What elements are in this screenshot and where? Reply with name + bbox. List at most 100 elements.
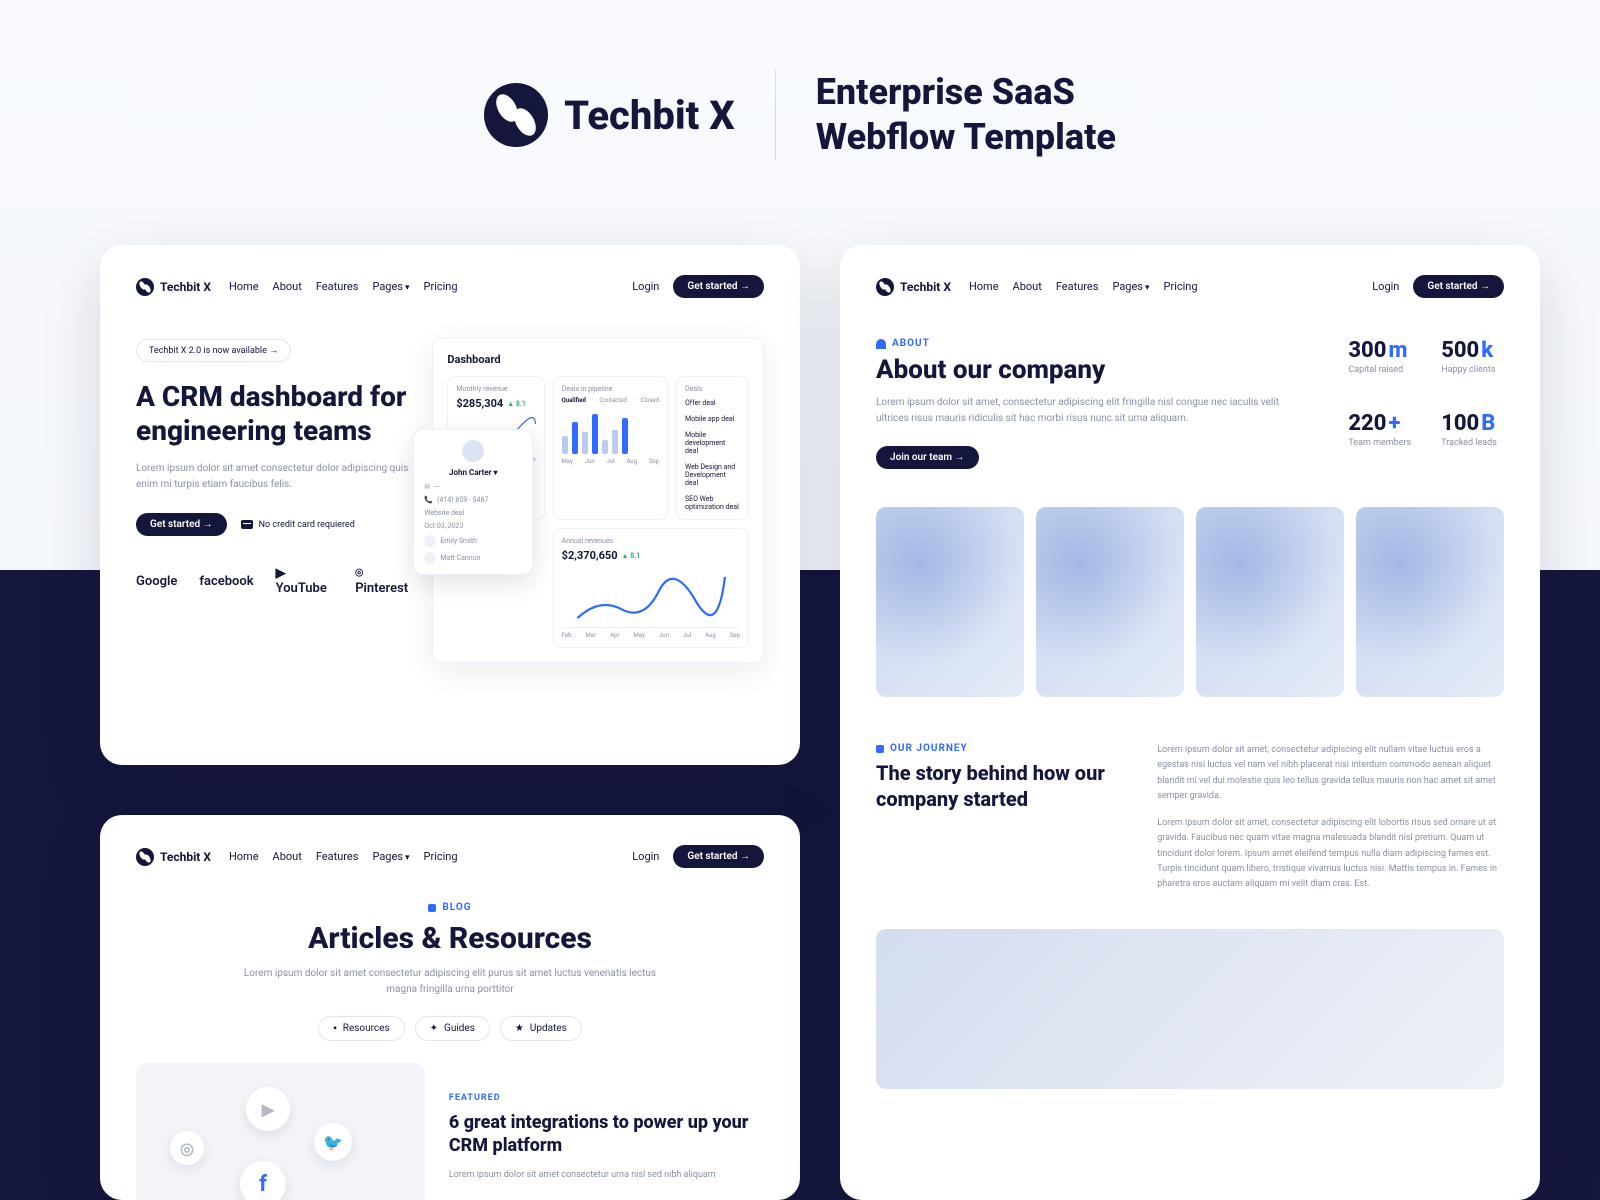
logo-icon — [876, 278, 894, 296]
credit-card-note: No credit card requiered — [241, 520, 355, 530]
stat-clients: 500k Happy clients — [1441, 338, 1504, 397]
login-link[interactable]: Login — [632, 850, 659, 863]
nav-pages[interactable]: Pages▾ — [372, 280, 409, 293]
logo-icon — [484, 83, 548, 147]
bookmark-icon — [428, 904, 436, 912]
nav-features[interactable]: Features — [316, 850, 359, 863]
profile-card: John Carter ▾ ✉— 📞(414) 859 - 5487 Websi… — [413, 429, 533, 575]
tagline: Enterprise SaaS Webflow Template — [816, 70, 1116, 160]
about-title: About our company — [876, 355, 1308, 385]
mini-logo[interactable]: Techbit X — [876, 278, 951, 296]
mini-nav: Techbit X Home About Features Pages▾ Pri… — [876, 275, 1504, 298]
chevron-down-icon: ▾ — [405, 283, 410, 293]
team-photos — [876, 507, 1504, 697]
journey-body: Lorem ipsum dolor sit amet, consectetur … — [1157, 743, 1504, 905]
widget-annual-revenue: Annual revenues $2,370,650▲ 8.1 FebMarAp… — [553, 528, 749, 648]
featured-headline[interactable]: 6 great integrations to power up your CR… — [449, 1111, 764, 1158]
hero-body: Lorem ipsum dolor sit amet consectetur d… — [136, 461, 412, 493]
tagline-line1: Enterprise SaaS — [816, 70, 1116, 115]
tagline-line2: Webflow Template — [816, 115, 1116, 160]
mini-brand-name: Techbit X — [160, 280, 211, 294]
brand-pinterest: ⌾ Pinterest — [355, 566, 412, 596]
nav-pricing[interactable]: Pricing — [424, 280, 458, 293]
nav-home[interactable]: Home — [229, 280, 259, 293]
about-card: Techbit X Home About Features Pages▾ Pri… — [840, 245, 1540, 1200]
journey-section: OUR JOURNEY The story behind how our com… — [876, 743, 1504, 905]
facebook-icon: f — [240, 1161, 286, 1200]
about-eyebrow: ABOUT — [876, 338, 1308, 349]
instagram-icon: ◎ — [170, 1131, 204, 1165]
join-team-button[interactable]: Join our team → — [876, 446, 979, 469]
hero-cta-button[interactable]: Get started → — [136, 513, 227, 536]
hero-card: Techbit X Home About Features Pages▾ Pri… — [100, 245, 800, 765]
filter-updates[interactable]: ★Updates — [500, 1016, 582, 1041]
stat-capital: 300m Capital raised — [1348, 338, 1411, 397]
brand-google: Google — [136, 574, 177, 589]
featured-article-image: ▶ ◎ f 🐦 — [136, 1063, 425, 1200]
logo-icon — [136, 278, 154, 296]
team-photo — [1196, 507, 1344, 697]
login-link[interactable]: Login — [1372, 280, 1399, 293]
brand: Techbit X — [484, 83, 735, 147]
logo-icon — [136, 848, 154, 866]
journey-title: The story behind how our company started — [876, 760, 1127, 812]
chevron-down-icon: ▾ — [405, 853, 410, 863]
stat-leads: 100B Tracked leads — [1441, 411, 1504, 470]
nav-features[interactable]: Features — [1056, 280, 1099, 293]
filter-resources[interactable]: ▪Resources — [318, 1016, 404, 1041]
nav-pages[interactable]: Pages▾ — [372, 850, 409, 863]
dashboard-title: Dashboard — [447, 353, 749, 366]
nav-about[interactable]: About — [1013, 280, 1042, 293]
mini-logo[interactable]: Techbit X — [136, 848, 211, 866]
person-icon — [876, 339, 886, 349]
blog-body: Lorem ipsum dolor sit amet consectetur a… — [240, 966, 660, 998]
nav-home[interactable]: Home — [229, 850, 259, 863]
chevron-down-icon: ▾ — [1145, 283, 1150, 293]
flag-icon — [876, 745, 884, 753]
blog-eyebrow: BLOG — [136, 902, 764, 913]
filter-guides[interactable]: ✦Guides — [415, 1016, 490, 1041]
nav-pricing[interactable]: Pricing — [1164, 280, 1198, 293]
stat-team: 220+ Team members — [1348, 411, 1411, 470]
stats-grid: 300m Capital raised 500k Happy clients 2… — [1348, 338, 1504, 469]
widget-pipeline: Deals in pipeline Qualified·Contacted·Cl… — [553, 376, 668, 520]
nav-about[interactable]: About — [273, 850, 302, 863]
mini-nav: Techbit X Home About Features Pages▾ Pri… — [136, 845, 764, 868]
twitter-icon: 🐦 — [314, 1123, 352, 1161]
announcement-badge[interactable]: Techbit X 2.0 is now available → — [136, 339, 291, 362]
widget-deals: Deals Offer deal Mobile app deal Mobile … — [676, 376, 749, 520]
avatar — [462, 440, 484, 462]
nav-features[interactable]: Features — [316, 280, 359, 293]
youtube-icon: ▶ — [246, 1087, 290, 1131]
mini-logo[interactable]: Techbit X — [136, 278, 211, 296]
brand-youtube: ▶ YouTube — [276, 566, 334, 596]
blog-filters: ▪Resources ✦Guides ★Updates — [136, 1016, 764, 1041]
featured-tag: FEATURED — [449, 1093, 764, 1103]
get-started-button[interactable]: Get started → — [1413, 275, 1504, 298]
mini-nav: Techbit X Home About Features Pages▾ Pri… — [136, 275, 764, 298]
nav-pricing[interactable]: Pricing — [424, 850, 458, 863]
get-started-button[interactable]: Get started → — [673, 275, 764, 298]
dashboard-mock: Dashboard Monthly revenue $285,304▲ 8.1 … — [432, 338, 764, 663]
brand-logos: Google facebook ▶ YouTube ⌾ Pinterest — [136, 566, 412, 596]
page-header: Techbit X Enterprise SaaS Webflow Templa… — [0, 0, 1600, 200]
blog-title: Articles & Resources — [136, 921, 764, 956]
nav-pages[interactable]: Pages▾ — [1112, 280, 1149, 293]
credit-card-icon — [241, 520, 253, 529]
login-link[interactable]: Login — [632, 280, 659, 293]
team-photo — [876, 507, 1024, 697]
journey-photo — [876, 929, 1504, 1089]
get-started-button[interactable]: Get started → — [673, 845, 764, 868]
profile-name: John Carter ▾ — [424, 468, 522, 477]
divider — [775, 70, 776, 160]
about-body: Lorem ipsum dolor sit amet, consectetur … — [876, 395, 1308, 427]
nav-home[interactable]: Home — [969, 280, 999, 293]
nav-links: Home About Features Pages▾ Pricing — [229, 280, 458, 293]
featured-body: Lorem ipsum dolor sit amet consectetur u… — [449, 1168, 764, 1182]
blog-card: Techbit X Home About Features Pages▾ Pri… — [100, 815, 800, 1200]
journey-eyebrow: OUR JOURNEY — [876, 743, 1127, 754]
hero-title: A CRM dashboard for engineering teams — [136, 380, 412, 447]
team-photo — [1036, 507, 1184, 697]
nav-about[interactable]: About — [273, 280, 302, 293]
team-photo — [1356, 507, 1504, 697]
